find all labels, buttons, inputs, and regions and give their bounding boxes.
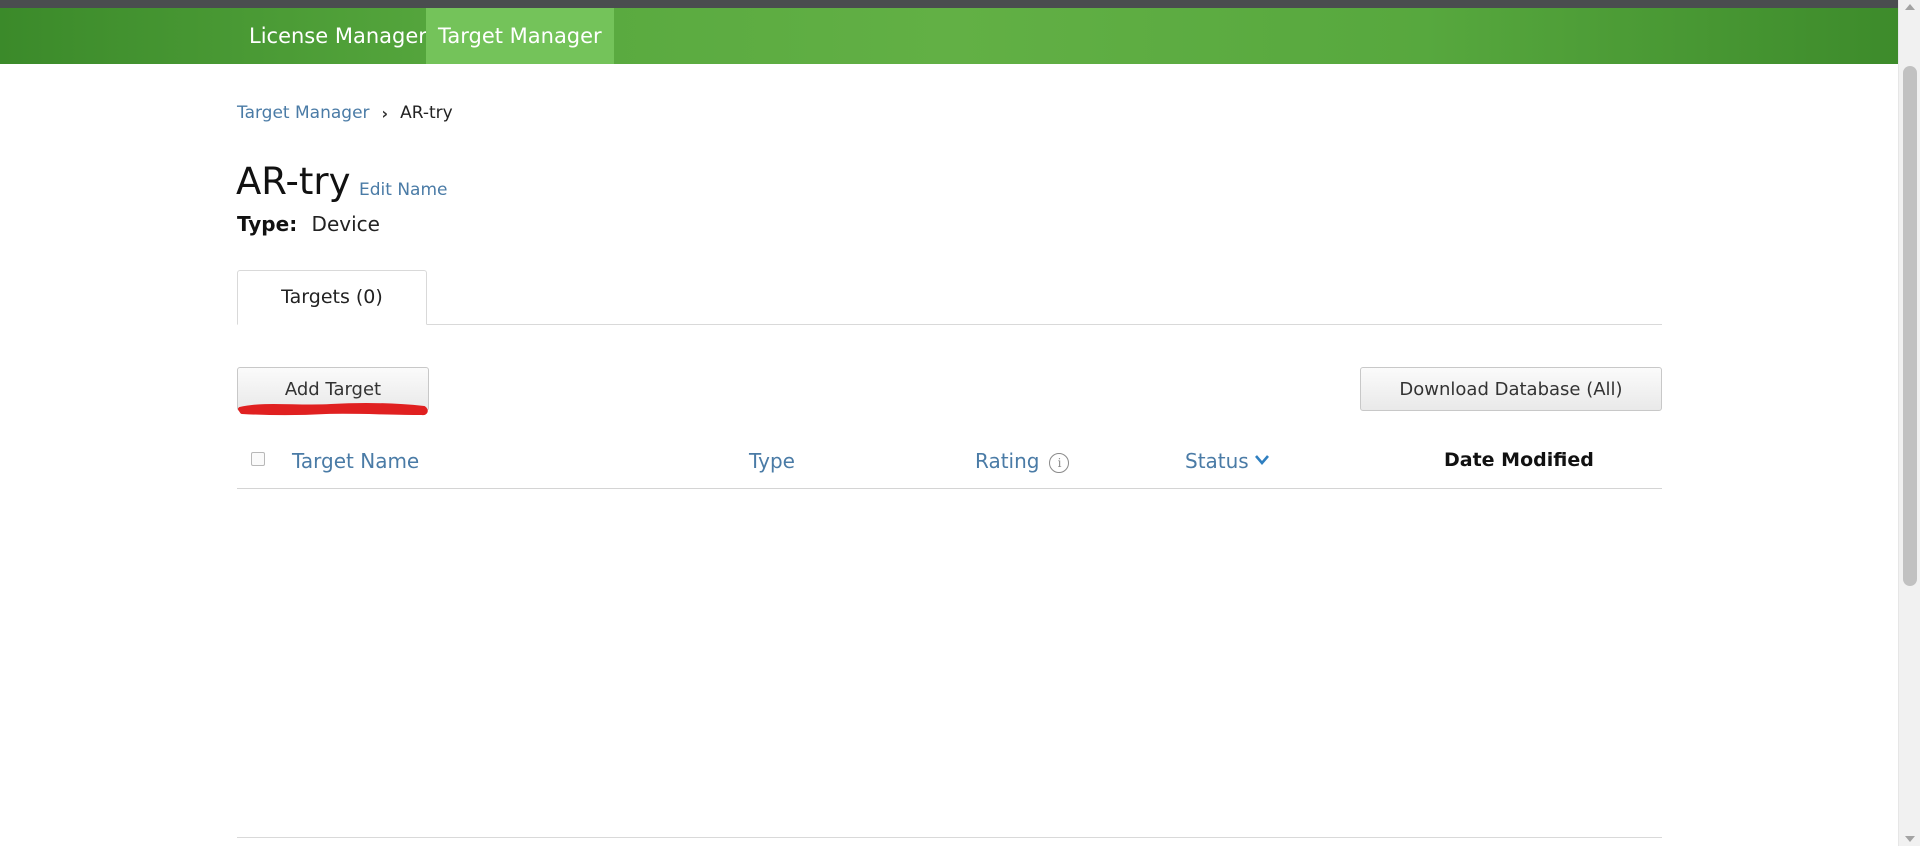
breadcrumb-separator-icon: › <box>381 103 389 123</box>
red-underline-annotation <box>238 402 428 416</box>
type-line: Type: Device <box>237 212 380 236</box>
download-database-button[interactable]: Download Database (All) <box>1360 367 1662 411</box>
breadcrumb-current: AR-try <box>400 103 453 123</box>
nav-target-manager[interactable]: Target Manager <box>426 8 614 64</box>
type-label: Type: <box>237 212 298 236</box>
scroll-down-icon[interactable] <box>1905 836 1915 842</box>
column-type[interactable]: Type <box>749 449 795 473</box>
table-header: Target Name Type Rating i Status Date Mod… <box>237 444 1662 489</box>
breadcrumb-target-manager-link[interactable]: Target Manager <box>237 103 370 123</box>
column-target-name[interactable]: Target Name <box>292 449 419 473</box>
column-status-label: Status <box>1185 449 1249 473</box>
page-title: AR-try <box>236 160 351 203</box>
nav-license-manager[interactable]: License Manager <box>237 8 439 64</box>
info-icon[interactable]: i <box>1049 453 1070 473</box>
top-navbar: License Manager Target Manager <box>0 8 1898 64</box>
scroll-up-icon[interactable] <box>1905 4 1915 10</box>
column-rating-label: Rating <box>975 449 1040 473</box>
column-status[interactable]: Status <box>1185 449 1269 473</box>
tab-targets[interactable]: Targets (0) <box>237 270 427 325</box>
column-rating[interactable]: Rating i <box>975 449 1070 473</box>
chevron-down-icon <box>1254 455 1269 465</box>
column-date-modified: Date Modified <box>1444 449 1594 471</box>
select-all-checkbox[interactable] <box>251 452 265 466</box>
page-scrollbar[interactable] <box>1898 0 1920 846</box>
scroll-thumb[interactable] <box>1903 66 1917 586</box>
table-bottom-divider <box>237 837 1662 838</box>
browser-top-strip <box>0 0 1898 8</box>
type-value: Device <box>311 212 380 236</box>
breadcrumb: Target Manager › AR-try <box>237 103 453 123</box>
tab-bar: Targets (0) <box>237 270 1662 325</box>
edit-name-link[interactable]: Edit Name <box>359 180 447 200</box>
